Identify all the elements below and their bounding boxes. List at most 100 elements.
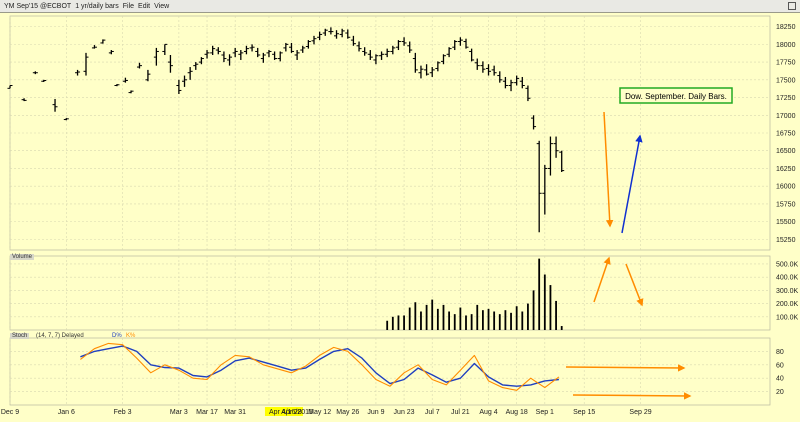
price-bar xyxy=(480,61,486,73)
price-bar xyxy=(41,79,47,82)
stoch-params-label: (14, 7, 7) Delayed xyxy=(36,333,84,339)
price-bar xyxy=(502,76,508,89)
price-bar xyxy=(153,47,159,66)
price-tick-label: 18000 xyxy=(776,42,796,49)
price-bar xyxy=(407,41,413,53)
price-bar xyxy=(418,65,424,79)
price-bar xyxy=(542,164,548,215)
price-bar xyxy=(429,67,435,77)
stoch-d-legend: D% xyxy=(112,333,122,339)
price-bar xyxy=(452,40,458,51)
chart-window: YM Sep'15 @ECBOT 1 yr/daily bars File Ed… xyxy=(0,0,800,422)
price-bar xyxy=(249,44,255,52)
arrow-orange-vol-up xyxy=(593,256,611,303)
annotation-arrows xyxy=(565,111,692,400)
price-tick-label: 15750 xyxy=(776,201,796,208)
price-bar xyxy=(210,45,216,55)
price-bar xyxy=(182,75,188,87)
x-tick-label: Mar 31 xyxy=(224,409,246,416)
price-tick-label: 16500 xyxy=(776,148,796,155)
x-tick-label: Jun 23 xyxy=(394,409,415,416)
volume-tick-label: 200.0K xyxy=(776,301,799,308)
stoch-tick-label: 40 xyxy=(776,376,784,383)
x-tick-label: Jul 21 xyxy=(451,409,470,416)
price-bar xyxy=(362,47,368,56)
price-tick-label: 15250 xyxy=(776,237,796,244)
price-bar xyxy=(136,62,142,69)
price-bar xyxy=(100,39,106,44)
x-tick-label: Aug 18 xyxy=(506,409,528,416)
price-bar xyxy=(238,50,244,60)
price-bar xyxy=(531,115,537,130)
price-bar xyxy=(288,42,294,53)
x-tick-label: Jun 9 xyxy=(367,409,384,416)
price-bar xyxy=(474,58,480,70)
price-bar xyxy=(519,76,525,89)
price-bar xyxy=(497,71,503,83)
x-tick-label: Jan 6 xyxy=(58,409,75,416)
price-tick-label: 17250 xyxy=(776,95,796,102)
price-bar xyxy=(187,67,193,80)
price-bar xyxy=(260,52,266,63)
x-tick-label: Sep 29 xyxy=(629,409,651,416)
price-bar xyxy=(390,45,396,55)
price-bar xyxy=(328,27,334,35)
x-tick-label: Apr 28 xyxy=(281,409,302,416)
stoch-tick-label: 20 xyxy=(776,389,784,396)
arrow-orange-down xyxy=(603,111,614,228)
price-bar xyxy=(215,47,221,55)
price-bar xyxy=(167,55,173,73)
volume-tick-label: 400.0K xyxy=(776,275,799,282)
price-tick-label: 16750 xyxy=(776,131,796,138)
x-tick-label: Sep 1 xyxy=(536,409,554,416)
annotation-text: Dow. September. Daily Bars. xyxy=(625,92,727,101)
price-bar xyxy=(108,50,114,55)
price-bar xyxy=(122,77,128,83)
price-bar xyxy=(491,65,497,76)
price-bar xyxy=(7,84,13,89)
x-tick-label: Jul 7 xyxy=(425,409,440,416)
price-bar xyxy=(21,98,27,102)
price-bar xyxy=(508,79,514,92)
x-tick-label: Sep 15 xyxy=(573,409,595,416)
x-tick-label: May 26 xyxy=(336,409,359,416)
price-bar xyxy=(463,38,469,49)
x-tick-label: Feb 3 xyxy=(114,409,132,416)
price-chart-svg: 15250 15500 15750 16000 16250 16500 16750 17000… xyxy=(1,15,799,416)
price-bar xyxy=(356,41,362,52)
price-bar xyxy=(91,45,97,49)
price-bar xyxy=(75,69,81,76)
price-tick-label: 16250 xyxy=(776,166,796,173)
price-bar xyxy=(63,118,69,121)
price-bar xyxy=(317,31,323,41)
price-tick-label: 17750 xyxy=(776,60,796,67)
price-bar xyxy=(547,136,553,176)
stoch-tick-label: 80 xyxy=(776,349,784,356)
price-bar xyxy=(193,62,199,70)
price-tick-label: 18250 xyxy=(776,24,796,31)
arrow-orange-stoch-lower xyxy=(572,392,692,400)
price-bar xyxy=(367,50,373,60)
price-bar xyxy=(300,45,306,53)
price-bar xyxy=(435,61,441,72)
volume-tick-label: 500.0K xyxy=(776,261,799,268)
price-bar xyxy=(83,52,89,76)
x-tick-label: May 12 xyxy=(308,409,331,416)
price-bar xyxy=(243,45,249,55)
stoch-k-legend: K% xyxy=(126,333,136,339)
price-bar xyxy=(525,85,531,102)
price-bar xyxy=(204,50,210,59)
panel-frame xyxy=(9,337,771,406)
volume-tick-label: 100.0K xyxy=(776,314,799,321)
price-tick-label: 15500 xyxy=(776,219,796,226)
arrow-orange-vol-down xyxy=(625,263,644,307)
price-bar xyxy=(373,54,379,65)
price-tick-label: 17500 xyxy=(776,77,796,84)
price-bar xyxy=(198,57,204,65)
price-bar xyxy=(514,75,520,86)
x-axis: Dec 9 Jan 6 Feb 3 Mar 3 Mar 17 Mar 31 Apr 4/16… xyxy=(1,407,652,416)
y-axes: 15250 15500 15750 16000 16250 16500 16750 17000… xyxy=(776,24,799,396)
price-bar xyxy=(395,40,401,51)
price-bar xyxy=(32,71,38,75)
price-tick-label: 17000 xyxy=(776,113,796,120)
